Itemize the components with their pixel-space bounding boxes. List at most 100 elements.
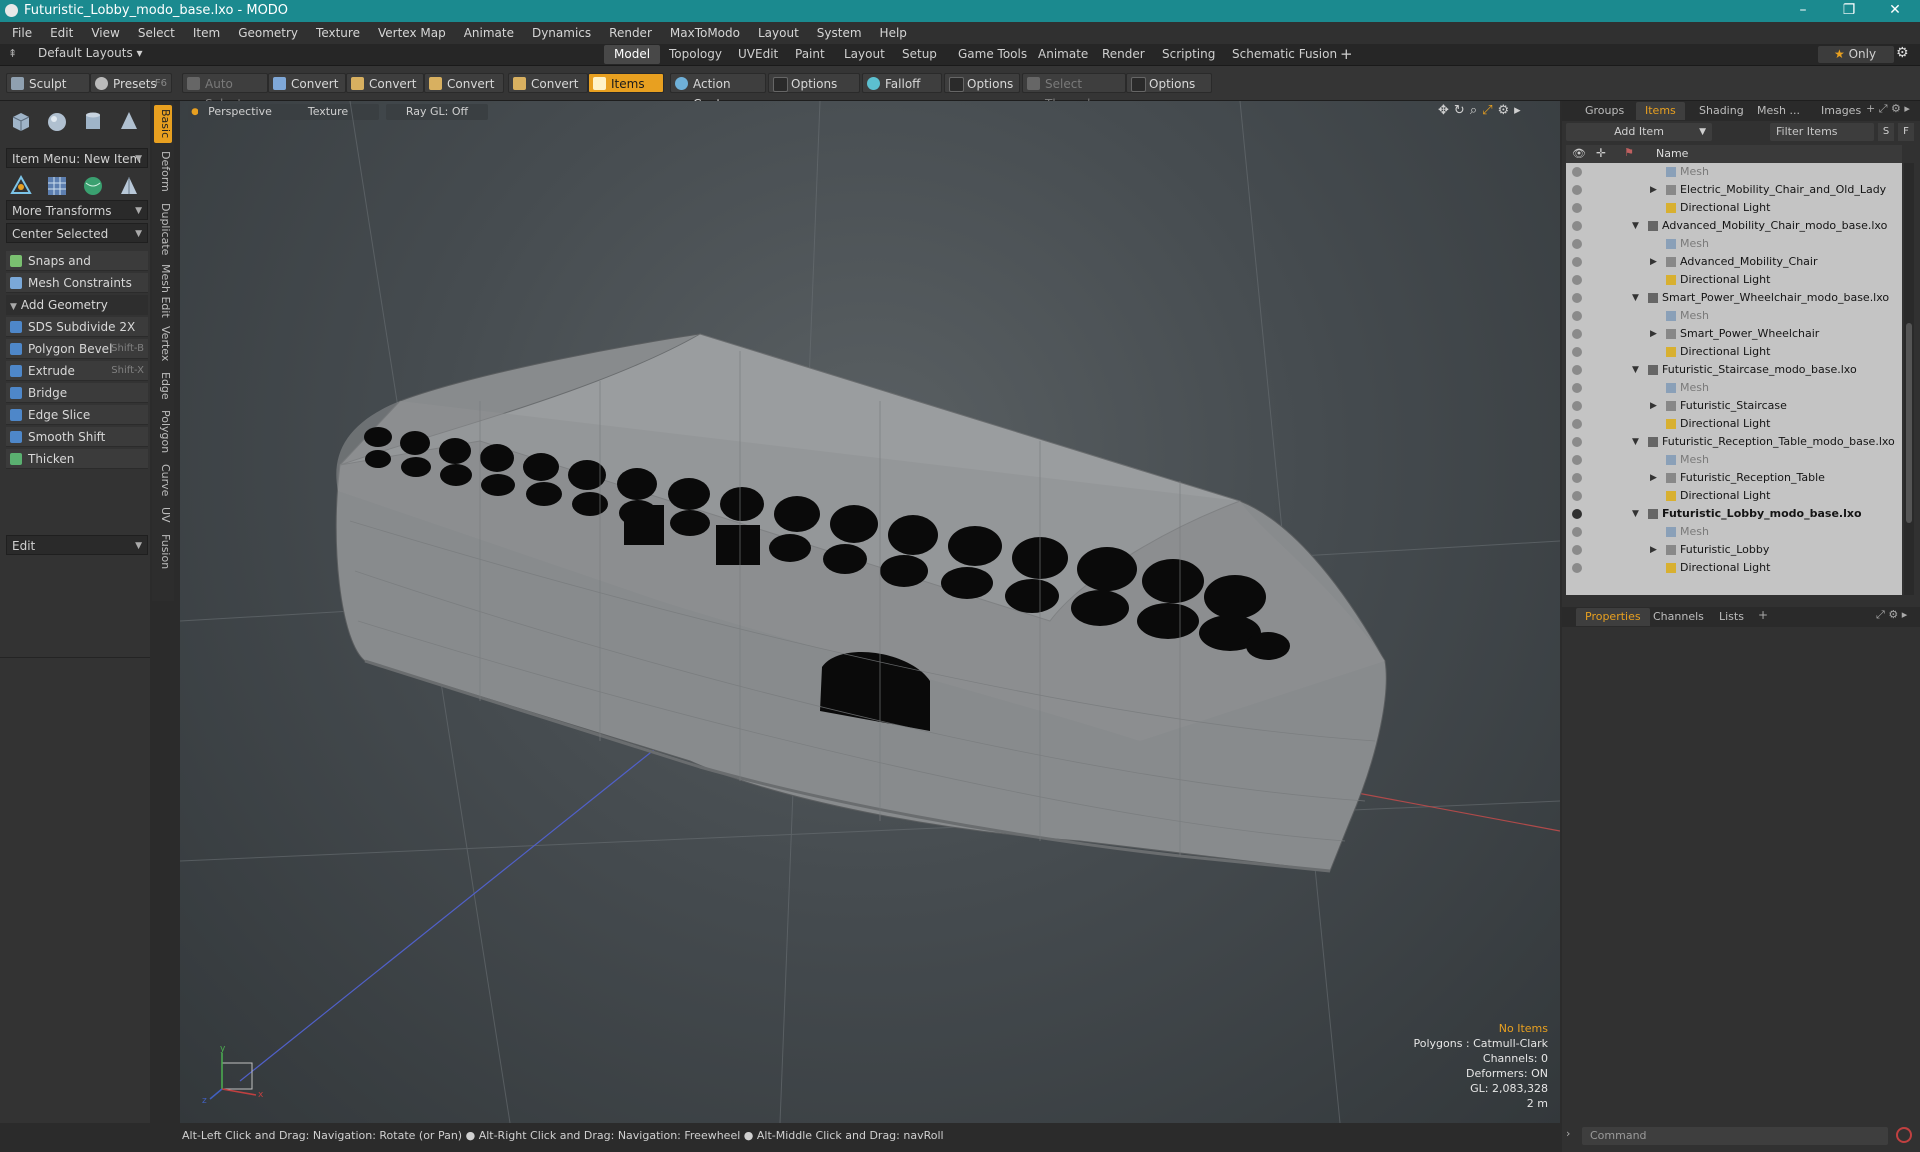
eye-icon[interactable]: [1572, 293, 1582, 303]
globe-icon[interactable]: [80, 173, 106, 199]
cone-icon[interactable]: [116, 109, 142, 135]
eye-icon[interactable]: [1572, 203, 1582, 213]
tab-game-tools[interactable]: Game Tools: [948, 45, 1037, 64]
eye-icon[interactable]: [1572, 329, 1582, 339]
filter-items-input[interactable]: Filter Items: [1770, 123, 1874, 141]
minimize-button[interactable]: –: [1780, 0, 1826, 22]
menu-file[interactable]: File: [0, 22, 41, 44]
menu-maxtomodo[interactable]: MaxToModo: [661, 22, 749, 44]
tab-images[interactable]: Images: [1812, 102, 1870, 120]
polygon-bevel-button[interactable]: Polygon Bevel Shift-B: [6, 339, 148, 359]
collapse-icon[interactable]: ▼: [1632, 361, 1639, 379]
expand-icon[interactable]: ▶: [1650, 325, 1657, 343]
collapse-icon[interactable]: ▼: [1632, 289, 1639, 307]
item-menu-dropdown[interactable]: Item Menu: New Item ▼: [6, 148, 148, 168]
cylinder-icon[interactable]: [80, 109, 106, 135]
mesh-constraints-button[interactable]: Mesh Constraints: [6, 273, 148, 293]
eye-icon[interactable]: [1572, 221, 1582, 231]
more-transforms-dropdown[interactable]: More Transforms ▼: [6, 200, 148, 220]
tree-row[interactable]: Mesh: [1566, 163, 1902, 181]
eye-icon[interactable]: [1572, 347, 1582, 357]
options-button-1[interactable]: Options: [768, 73, 860, 93]
auto-select-button[interactable]: Auto Select: [182, 73, 268, 111]
name-column-header[interactable]: Name: [1656, 147, 1688, 160]
tab-animate[interactable]: Animate: [1028, 45, 1098, 64]
more-arrow-icon[interactable]: ▸: [1902, 608, 1908, 621]
tab-uv[interactable]: UV: [154, 503, 172, 527]
tree-row[interactable]: ▼ Futuristic_Reception_Table_modo_base.lx…: [1566, 433, 1902, 451]
convert-polygons-button[interactable]: Convert: [424, 73, 504, 93]
menu-system[interactable]: System: [808, 22, 871, 44]
tree-row[interactable]: Mesh: [1566, 379, 1902, 397]
extrude-button[interactable]: Extrude Shift-X: [6, 361, 148, 381]
tree-row[interactable]: Directional Light: [1566, 271, 1902, 289]
tab-layout[interactable]: Layout: [834, 45, 895, 64]
tree-row[interactable]: Mesh: [1566, 523, 1902, 541]
tree-row[interactable]: ▼ Advanced_Mobility_Chair_modo_base.lxo: [1566, 217, 1902, 235]
tab-mesh-edit[interactable]: Mesh Edit: [154, 263, 172, 319]
options-button-3[interactable]: Options: [1126, 73, 1212, 93]
layout-arrow-icon[interactable]: ⇞: [8, 47, 17, 60]
falloff-button[interactable]: Falloff: [862, 73, 942, 93]
menu-animate[interactable]: Animate: [455, 22, 523, 44]
tree-row[interactable]: ▶ Smart_Power_Wheelchair: [1566, 325, 1902, 343]
convert-edges-button[interactable]: Convert: [346, 73, 424, 93]
grid-icon[interactable]: [44, 173, 70, 199]
default-layouts-dropdown[interactable]: Default Layouts ▾: [38, 46, 143, 60]
f-toggle[interactable]: F: [1898, 123, 1914, 141]
expand-icon[interactable]: ▶: [1650, 253, 1657, 271]
tree-row[interactable]: ▶ Futuristic_Reception_Table: [1566, 469, 1902, 487]
eye-icon[interactable]: [1572, 239, 1582, 249]
add-tab-button[interactable]: +: [1330, 45, 1363, 64]
menu-dynamics[interactable]: Dynamics: [523, 22, 600, 44]
select-through-button[interactable]: Select Through: [1022, 73, 1126, 111]
only-toggle[interactable]: ★ Only: [1818, 46, 1894, 63]
tree-row[interactable]: ▶ Futuristic_Staircase: [1566, 397, 1902, 415]
menu-geometry[interactable]: Geometry: [229, 22, 307, 44]
eye-icon[interactable]: [1572, 185, 1582, 195]
menu-render[interactable]: Render: [600, 22, 661, 44]
expand-icon[interactable]: ▶: [1650, 469, 1657, 487]
tree-row[interactable]: ▶ Futuristic_Lobby: [1566, 541, 1902, 559]
eye-icon[interactable]: [1572, 383, 1582, 393]
menu-select[interactable]: Select: [129, 22, 184, 44]
eye-icon[interactable]: [1572, 527, 1582, 537]
tab-lists[interactable]: Lists: [1710, 608, 1753, 626]
tree-row[interactable]: ▼ Futuristic_Staircase_modo_base.lxo: [1566, 361, 1902, 379]
tree-row[interactable]: Directional Light: [1566, 199, 1902, 217]
eye-icon[interactable]: [1572, 509, 1582, 519]
tab-scripting[interactable]: Scripting: [1152, 45, 1225, 64]
add-tab-icon[interactable]: +: [1866, 102, 1875, 115]
eye-icon[interactable]: [1572, 455, 1582, 465]
tab-fusion[interactable]: Fusion: [154, 531, 172, 573]
tab-curve[interactable]: Curve: [154, 461, 172, 499]
edge-slice-button[interactable]: Edge Slice: [6, 405, 148, 425]
gear-icon[interactable]: ⚙: [1891, 102, 1901, 115]
more-arrow-icon[interactable]: ▸: [1904, 102, 1910, 115]
convert-vertices-button[interactable]: Convert: [268, 73, 346, 93]
snaps-precision-button[interactable]: Snaps and Precision: [6, 251, 148, 288]
3d-viewport[interactable]: ● Perspective Texture Ray GL: Off ✥↻⌕⤢⚙▸: [180, 101, 1560, 1123]
expand-icon[interactable]: ▶: [1650, 181, 1657, 199]
tree-row[interactable]: ▼ Smart_Power_Wheelchair_modo_base.lxo: [1566, 289, 1902, 307]
transform-icon[interactable]: [8, 173, 34, 199]
tab-paint[interactable]: Paint: [785, 45, 835, 64]
menu-texture[interactable]: Texture: [307, 22, 369, 44]
bridge-button[interactable]: Bridge: [6, 383, 148, 403]
collapse-icon[interactable]: ▼: [1632, 505, 1639, 523]
tree-row[interactable]: Directional Light: [1566, 415, 1902, 433]
tree-row[interactable]: Directional Light: [1566, 559, 1902, 577]
eye-icon[interactable]: [1572, 275, 1582, 285]
tab-render[interactable]: Render: [1092, 45, 1155, 64]
tab-setup[interactable]: Setup: [892, 45, 947, 64]
tree-row[interactable]: Mesh: [1566, 451, 1902, 469]
sculpt-button[interactable]: Sculpt: [6, 73, 90, 93]
tab-basic[interactable]: Basic: [154, 105, 172, 143]
tree-row[interactable]: ▼ Futuristic_Lobby_modo_base.lxo: [1566, 505, 1902, 523]
tree-row[interactable]: ▶ Advanced_Mobility_Chair: [1566, 253, 1902, 271]
eye-icon[interactable]: [1572, 167, 1582, 177]
eye-icon[interactable]: [1572, 401, 1582, 411]
tree-row[interactable]: Directional Light: [1566, 487, 1902, 505]
tab-groups[interactable]: Groups: [1576, 102, 1633, 120]
sphere-icon[interactable]: [44, 109, 70, 135]
